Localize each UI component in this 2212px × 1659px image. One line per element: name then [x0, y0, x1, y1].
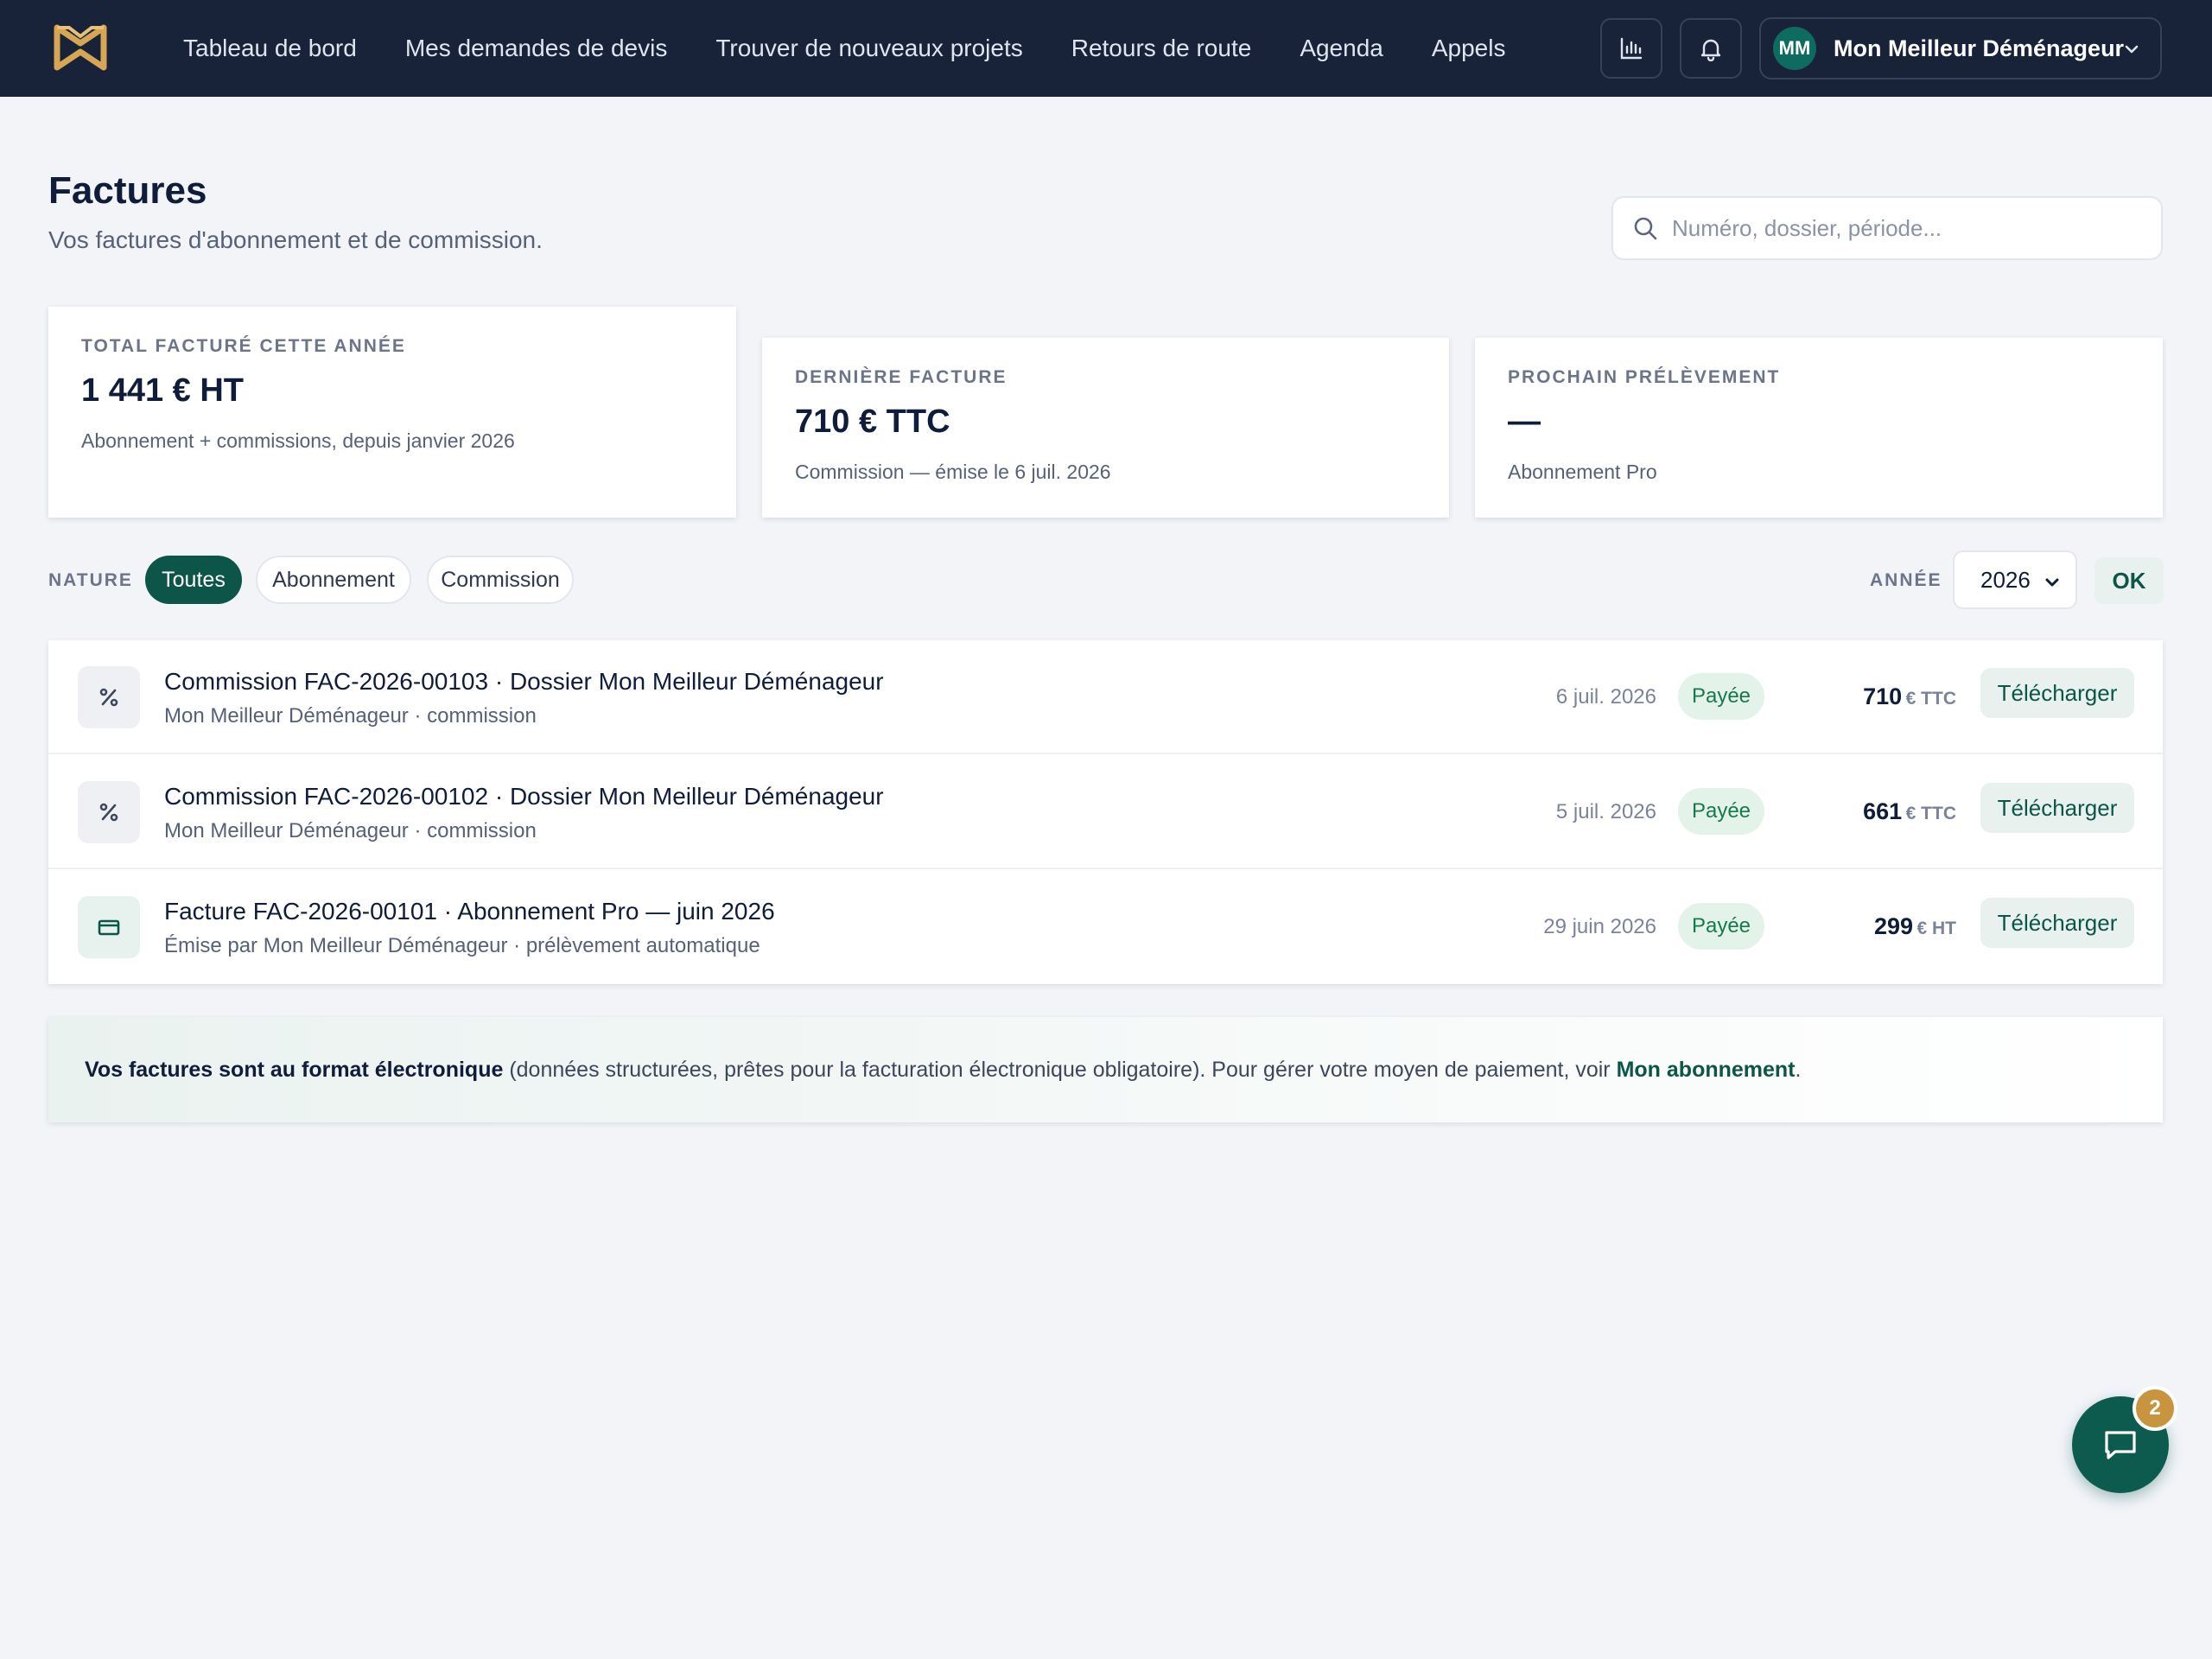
credit-card-icon: [78, 896, 140, 958]
nav-links: Tableau de bord Mes demandes de devis Tr…: [183, 0, 1554, 97]
stat-value: 710 € TTC: [795, 404, 950, 440]
stat-label: TOTAL FACTURÉ CETTE ANNÉE: [81, 336, 406, 356]
nav-link-quote-requests[interactable]: Mes demandes de devis: [405, 35, 668, 62]
stat-note: Commission — émise le 6 juil. 2026: [795, 461, 1111, 483]
search-input[interactable]: [1672, 214, 2161, 242]
invoice-subtitle: Émise par Mon Meilleur Déménageur · prél…: [164, 934, 760, 957]
chevron-down-icon: [2045, 578, 2059, 587]
stat-card-next-debit: PROCHAIN PRÉLÈVEMENT — Abonnement Pro: [1475, 338, 2163, 518]
nature-filter-label: NATURE: [48, 570, 133, 590]
download-button[interactable]: Télécharger: [1980, 668, 2134, 718]
search-icon: [1632, 215, 1658, 241]
info-bold: Vos factures sont au format électronique: [85, 1057, 504, 1082]
stat-note: Abonnement + commissions, depuis janvier…: [81, 429, 515, 452]
invoice-title[interactable]: Commission FAC-2026-00102 · Dossier Mon …: [164, 783, 884, 810]
stat-label: DERNIÈRE FACTURE: [795, 367, 1007, 387]
invoice-subtitle: Mon Meilleur Déménageur · commission: [164, 819, 537, 842]
chevron-down-icon: [2125, 45, 2139, 54]
chip-commission[interactable]: Commission: [427, 556, 574, 604]
nav-link-find-projects[interactable]: Trouver de nouveaux projets: [715, 35, 1022, 62]
download-button[interactable]: Télécharger: [1980, 898, 2134, 948]
invoice-row[interactable]: Facture FAC-2026-00101 · Abonnement Pro …: [48, 870, 2163, 984]
percent-icon: [78, 666, 140, 728]
stat-card-last-invoice: DERNIÈRE FACTURE 710 € TTC Commission — …: [762, 338, 1449, 518]
e-invoicing-info: Vos factures sont au format électronique…: [48, 1017, 2163, 1122]
amount-value: 299: [1873, 913, 1914, 939]
year-select[interactable]: 2026: [1953, 550, 2077, 609]
stats-icon: [1620, 37, 1643, 60]
year-filter-label: ANNÉE: [1870, 570, 1942, 590]
status-badge: Payée: [1678, 788, 1764, 835]
amount-value: 661: [1863, 798, 1903, 824]
invoice-amount: 710 € TTC: [1863, 683, 1956, 710]
invoice-row[interactable]: Commission FAC-2026-00102 · Dossier Mon …: [48, 755, 2163, 869]
notifications-button[interactable]: [1680, 18, 1742, 79]
nav-link-agenda[interactable]: Agenda: [1300, 35, 1383, 62]
stat-value: —: [1508, 404, 1541, 440]
bell-icon: [1700, 39, 1721, 61]
year-select-value: 2026: [1980, 566, 2031, 593]
search-box: [1611, 196, 2163, 260]
apply-filter-button[interactable]: OK: [2094, 557, 2164, 604]
stat-note: Abonnement Pro: [1508, 461, 1657, 483]
account-name: Mon Meilleur Déménageur: [1834, 35, 2125, 61]
top-navbar: Tableau de bord Mes demandes de devis Tr…: [0, 0, 2212, 97]
account-menu[interactable]: MM Mon Meilleur Déménageur: [1759, 17, 2162, 79]
info-text: (données structurées, prêtes pour la fac…: [503, 1057, 1617, 1082]
avatar: MM: [1773, 27, 1816, 70]
amount-unit: € TTC: [1905, 689, 1956, 709]
chip-all[interactable]: Toutes: [145, 556, 242, 604]
stat-card-total: TOTAL FACTURÉ CETTE ANNÉE 1 441 € HT Abo…: [48, 307, 736, 518]
brand-logo[interactable]: [54, 22, 107, 73]
invoice-subtitle: Mon Meilleur Déménageur · commission: [164, 704, 537, 728]
amount-unit: € TTC: [1905, 804, 1956, 823]
invoice-title[interactable]: Commission FAC-2026-00103 · Dossier Mon …: [164, 668, 884, 696]
invoice-date: 6 juil. 2026: [1555, 685, 1656, 709]
invoice-title[interactable]: Facture FAC-2026-00101 · Abonnement Pro …: [164, 898, 775, 925]
amount-unit: € HT: [1916, 918, 1956, 938]
invoice-list: Commission FAC-2026-00103 · Dossier Mon …: [48, 640, 2163, 984]
status-badge: Payée: [1678, 673, 1764, 720]
info-end: .: [1795, 1057, 1802, 1082]
status-badge: Payée: [1678, 903, 1764, 950]
nav-link-dashboard[interactable]: Tableau de bord: [183, 35, 357, 62]
page-title: Factures: [48, 169, 207, 212]
percent-icon: [78, 781, 140, 843]
stats-button[interactable]: [1600, 18, 1662, 79]
stat-value: 1 441 € HT: [81, 372, 244, 409]
subscription-link[interactable]: Mon abonnement: [1617, 1058, 1796, 1083]
nav-link-calls[interactable]: Appels: [1432, 35, 1506, 62]
invoice-amount: 299 € HT: [1874, 913, 1956, 940]
stat-label: PROCHAIN PRÉLÈVEMENT: [1508, 367, 1781, 387]
download-button[interactable]: Télécharger: [1980, 783, 2134, 833]
amount-value: 710: [1863, 683, 1903, 709]
invoice-date: 5 juil. 2026: [1555, 800, 1656, 823]
chip-subscription[interactable]: Abonnement: [256, 556, 411, 604]
chat-icon: [2105, 1431, 2136, 1459]
invoice-date: 29 juin 2026: [1543, 915, 1656, 938]
nav-link-return-trips[interactable]: Retours de route: [1071, 35, 1252, 62]
invoice-row[interactable]: Commission FAC-2026-00103 · Dossier Mon …: [48, 640, 2163, 754]
chat-unread-badge: 2: [2133, 1386, 2177, 1431]
invoice-amount: 661 € TTC: [1863, 798, 1956, 825]
page-subtitle: Vos factures d'abonnement et de commissi…: [48, 226, 543, 253]
